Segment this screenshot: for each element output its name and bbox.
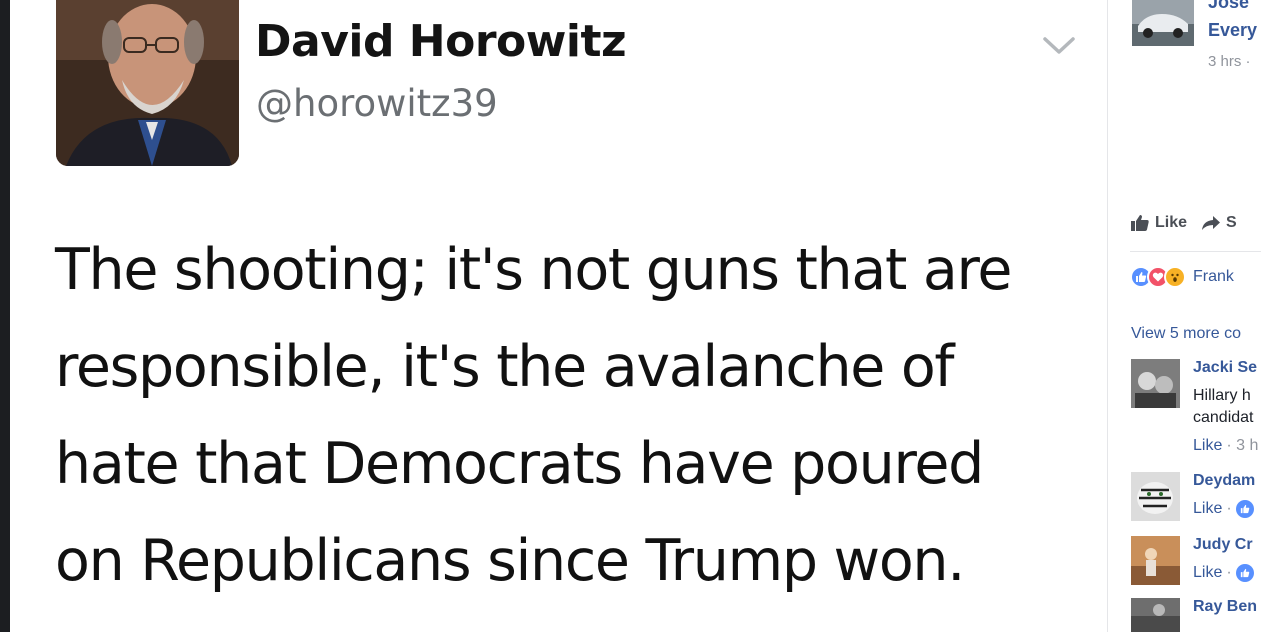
reactions-summary[interactable]: Frank — [1130, 266, 1234, 288]
comment-text: Hillary h — [1193, 387, 1251, 404]
like-button[interactable]: Like — [1130, 214, 1187, 232]
left-window-edge — [0, 0, 10, 632]
commenter-name[interactable]: Deydam — [1193, 472, 1255, 490]
thumbs-up-icon — [1131, 215, 1149, 231]
view-more-comments-link[interactable]: View 5 more co — [1131, 325, 1241, 343]
tweet-text-line: on Republicans since Trump won. — [55, 528, 965, 594]
comment-meta-separator: · — [1226, 500, 1232, 517]
tweet-display-name: David Horowitz — [255, 16, 627, 67]
commenter-name[interactable]: Judy Cr — [1193, 536, 1253, 554]
share-button[interactable]: S — [1201, 214, 1237, 232]
commenter-avatar[interactable] — [1131, 359, 1180, 408]
commenter-name[interactable]: Ray Ben — [1193, 598, 1257, 616]
commenter-avatar[interactable] — [1131, 598, 1180, 632]
commenter-avatar[interactable] — [1131, 536, 1180, 585]
share-arrow-icon — [1202, 216, 1221, 230]
tweet-text-line: responsible, it's the avalanche of — [55, 334, 955, 400]
like-reaction-icon — [1235, 564, 1254, 582]
comment-meta-separator: · — [1226, 564, 1232, 581]
actions-separator — [1130, 251, 1261, 252]
wow-reaction-icon — [1164, 266, 1186, 288]
comment-text: candidat — [1193, 409, 1254, 426]
shared-post-thumbnail[interactable] — [1132, 0, 1194, 46]
commenter-name[interactable]: Jacki Se — [1193, 359, 1257, 377]
comment-meta: Like · — [1193, 564, 1254, 582]
chevron-down-icon — [1041, 32, 1077, 58]
comment-like-link[interactable]: Like — [1193, 564, 1222, 582]
comment-like-link[interactable]: Like — [1193, 500, 1222, 518]
comment-like-link[interactable]: Like — [1193, 437, 1222, 455]
like-reaction-icon — [1235, 500, 1254, 518]
share-button-label: S — [1226, 214, 1237, 231]
like-button-label: Like — [1155, 214, 1188, 231]
comment-timestamp[interactable]: · 3 h — [1226, 437, 1258, 455]
commenter-avatar[interactable] — [1131, 472, 1180, 521]
shared-post-title[interactable]: Every — [1208, 20, 1257, 41]
tweet-author-avatar — [56, 0, 239, 166]
comment-meta: Like · 3 h — [1193, 437, 1258, 455]
tweet-text-line: The shooting; it's not guns that are — [55, 237, 1012, 303]
tweet-image: David Horowitz @horowitz39 The shooting;… — [10, 0, 1107, 632]
comment-meta: Like · — [1193, 500, 1254, 518]
tweet-text: The shooting; it's not guns that are res… — [55, 222, 1105, 610]
shared-post-timestamp[interactable]: 3 hrs · — [1208, 53, 1251, 70]
tweet-text-line: hate that Democrats have poured — [55, 431, 984, 497]
reactors-names: Frank — [1193, 268, 1234, 285]
post-actions: Like S — [1130, 214, 1237, 232]
shared-post-author[interactable]: Jose — [1208, 0, 1249, 13]
facebook-post-sidebar: Jose Every 3 hrs · Like S Frank View 5 m… — [1108, 0, 1261, 632]
tweet-handle: @horowitz39 — [256, 82, 498, 125]
